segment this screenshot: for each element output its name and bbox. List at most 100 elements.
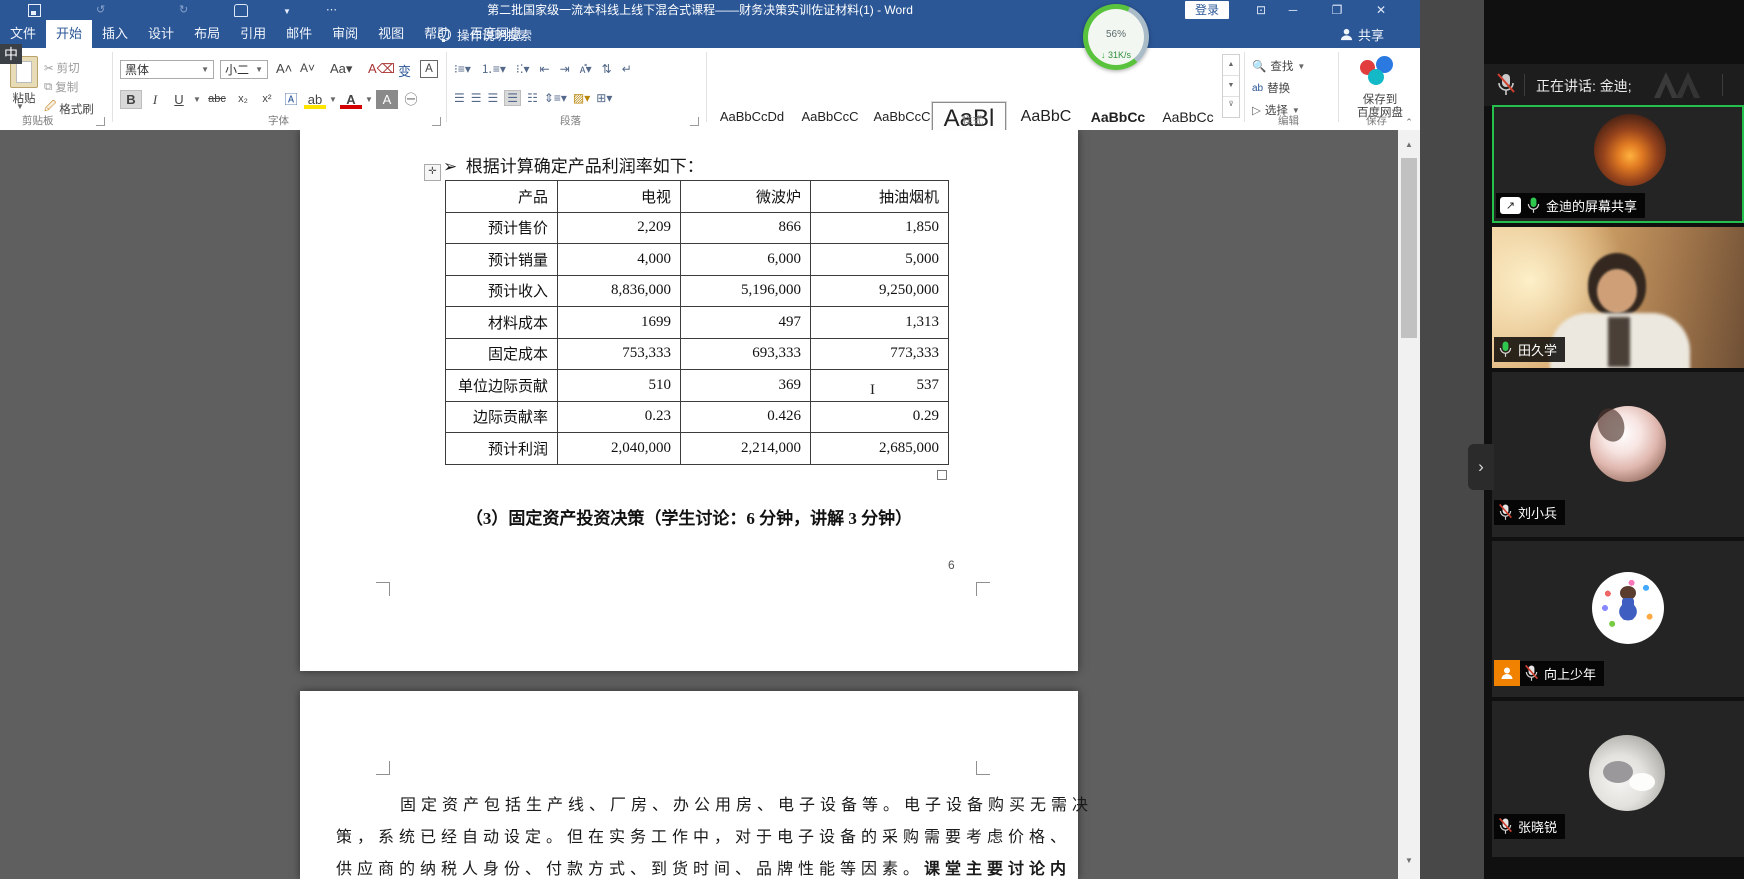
qat-customize-icon[interactable]: ⋯: [326, 1, 337, 19]
paste-button[interactable]: 粘贴: [4, 90, 44, 106]
body-text-line[interactable]: 策，系统已经自动设定。但在实务工作中，对于电子设备的采购需要考虑价格、: [336, 823, 1071, 847]
cut-button[interactable]: ✂剪切: [44, 60, 80, 76]
tab-view[interactable]: 视图: [368, 20, 414, 48]
paste-dropdown-icon[interactable]: ▼: [16, 102, 24, 111]
align-left-icon[interactable]: ☰: [454, 91, 465, 105]
redo-icon[interactable]: ↻: [179, 1, 188, 19]
align-right-icon[interactable]: ☰: [488, 91, 499, 105]
participant-tile-jindi-share[interactable]: ↗ 金迪的屏幕共享: [1492, 105, 1744, 223]
enclose-characters-icon[interactable]: ㊀: [400, 90, 422, 109]
tell-me-search[interactable]: 操作说明搜索: [438, 20, 532, 48]
bullet-line[interactable]: ➢ 根据计算确定产品利润率如下：: [443, 152, 704, 177]
copy-button[interactable]: ⧉复制: [44, 79, 78, 95]
tab-references[interactable]: 引用: [230, 20, 276, 48]
shading-icon[interactable]: ▨▾: [573, 91, 590, 105]
italic-button[interactable]: I: [144, 90, 166, 109]
font-color-dropdown-icon[interactable]: ▼: [364, 90, 374, 109]
ribbon-display-options-icon[interactable]: ⊡: [1248, 1, 1274, 19]
tab-layout[interactable]: 布局: [184, 20, 230, 48]
participant-tile-xiangshangshaonian[interactable]: 向上少年: [1492, 541, 1744, 697]
borders-icon[interactable]: ⊞▾: [596, 91, 612, 105]
replace-button[interactable]: ab替换: [1252, 80, 1290, 96]
section-heading[interactable]: （3）固定资产投资决策（学生讨论：6 分钟，讲解 3 分钟）: [300, 504, 1078, 529]
minimize-icon[interactable]: ─: [1280, 1, 1306, 19]
tab-review[interactable]: 审阅: [322, 20, 368, 48]
tab-home[interactable]: 开始: [46, 20, 92, 48]
maximize-icon[interactable]: ❐: [1324, 1, 1350, 19]
collapse-ribbon-icon[interactable]: ⌃: [1400, 117, 1418, 129]
styles-scroll-up-icon[interactable]: ▲: [1223, 55, 1239, 76]
font-format-row: B I U ▼ abc x₂ x² 🄰 ab ▼ A ▼ A ㊀: [120, 90, 422, 109]
participant-tile-tianjiuxue[interactable]: 田久学: [1492, 227, 1744, 368]
touch-mode-icon[interactable]: [234, 4, 248, 17]
numbering-icon[interactable]: ⒈≡▾: [481, 60, 506, 77]
ime-indicator[interactable]: 中: [0, 44, 22, 64]
document-page-2[interactable]: 固定资产包括生产线、厂房、办公用房、电子设备等。电子设备购买无需决 策，系统已经…: [300, 691, 1078, 879]
decrease-indent-icon[interactable]: ⇤: [540, 62, 550, 76]
close-icon[interactable]: ✕: [1368, 1, 1394, 19]
net-speed-widget[interactable]: 56% ↓ 31K/s: [1083, 4, 1149, 70]
body-text-line[interactable]: 固定资产包括生产线、厂房、办公用房、电子设备等。电子设备购买无需决: [400, 791, 1093, 815]
tab-mailings[interactable]: 邮件: [276, 20, 322, 48]
character-shading-icon[interactable]: A: [376, 90, 398, 109]
scrollbar-thumb[interactable]: [1401, 158, 1417, 338]
text-effects-icon[interactable]: 🄰: [280, 90, 302, 109]
login-button[interactable]: 登录: [1185, 1, 1229, 19]
highlight-dropdown-icon[interactable]: ▼: [328, 90, 338, 109]
asian-layout-icon[interactable]: ᴀ̽▾: [580, 62, 592, 76]
strikethrough-button[interactable]: abc: [204, 90, 230, 109]
styles-more-icon[interactable]: ⊽: [1223, 97, 1239, 115]
underline-dropdown-icon[interactable]: ▼: [192, 90, 202, 109]
align-center-icon[interactable]: ☰: [471, 91, 482, 105]
phonetic-guide-icon[interactable]: 变: [398, 61, 411, 80]
line-spacing-icon[interactable]: ⇕≡▾: [544, 91, 567, 105]
font-size-combo[interactable]: 小二▼: [220, 60, 268, 79]
scroll-up-icon[interactable]: ▲: [1398, 140, 1420, 149]
table-header-cell[interactable]: 电视: [558, 181, 681, 213]
scroll-down-icon[interactable]: ▼: [1398, 856, 1420, 865]
table-header-cell[interactable]: 抽油烟机: [811, 181, 949, 213]
tab-insert[interactable]: 插入: [92, 20, 138, 48]
table-move-handle-icon[interactable]: ✛: [424, 164, 441, 181]
sort-icon[interactable]: ⇅: [602, 62, 612, 76]
participant-tile-zhangxiaorui[interactable]: 张晓锐: [1492, 701, 1744, 857]
save-icon[interactable]: [28, 4, 41, 17]
table-resize-handle[interactable]: [937, 470, 947, 480]
underline-button[interactable]: U: [168, 90, 190, 109]
distribute-icon[interactable]: ☷: [527, 91, 538, 105]
baidu-netdisk-icon[interactable]: [1358, 56, 1398, 88]
qat-dropdown-icon[interactable]: ▼: [283, 3, 291, 21]
bullets-icon[interactable]: ⁝≡▾: [454, 62, 471, 76]
font-dialog-launcher[interactable]: [432, 117, 441, 126]
highlight-color-icon[interactable]: ab: [304, 90, 326, 109]
font-color-icon[interactable]: A: [340, 90, 362, 109]
undo-icon[interactable]: ↺: [96, 1, 105, 19]
show-marks-icon[interactable]: ↵: [622, 62, 632, 76]
paragraph-dialog-launcher[interactable]: [690, 117, 699, 126]
character-border-icon[interactable]: A: [420, 60, 438, 78]
grow-font-icon[interactable]: A˄: [276, 61, 292, 76]
sidebar-collapse-handle[interactable]: ›: [1468, 444, 1494, 490]
table-header-cell[interactable]: 微波炉: [681, 181, 811, 213]
table-header-cell[interactable]: 产品: [446, 181, 558, 213]
bold-button[interactable]: B: [120, 90, 142, 109]
justify-icon[interactable]: ☰: [504, 90, 521, 106]
superscript-button[interactable]: x²: [256, 90, 278, 109]
find-button[interactable]: 🔍查找▼: [1252, 58, 1305, 74]
body-text-line[interactable]: 供应商的纳税人身份、付款方式、到货时间、品牌性能等因素。课堂主要讨论内: [336, 855, 1071, 879]
share-button[interactable]: 共享: [1340, 20, 1384, 48]
multilevel-list-icon[interactable]: ⁝⁚▾: [516, 62, 530, 76]
styles-scroll-down-icon[interactable]: ▼: [1223, 76, 1239, 97]
document-scrollbar: ▲ ▼: [1398, 130, 1420, 879]
font-name-combo[interactable]: 黑体▼: [120, 60, 214, 79]
clipboard-dialog-launcher[interactable]: [96, 117, 105, 126]
increase-indent-icon[interactable]: ⇥: [560, 62, 570, 76]
clear-formatting-icon[interactable]: A⌫: [368, 61, 395, 77]
shrink-font-icon[interactable]: A˅: [300, 61, 315, 75]
tab-design[interactable]: 设计: [138, 20, 184, 48]
participant-tile-liuxiaobing[interactable]: 刘小兵: [1492, 372, 1744, 537]
ribbon-tab-row: 文件 开始 插入 设计 布局 引用 邮件 审阅 视图 帮助 百度网盘 操作说明搜…: [0, 20, 1420, 48]
document-page-1[interactable]: ✛ ➢ 根据计算确定产品利润率如下： 产品 电视 微波炉 抽油烟机 预计售价2,…: [300, 130, 1078, 671]
subscript-button[interactable]: x₂: [232, 90, 254, 109]
change-case-icon[interactable]: Aa▾: [330, 61, 352, 77]
